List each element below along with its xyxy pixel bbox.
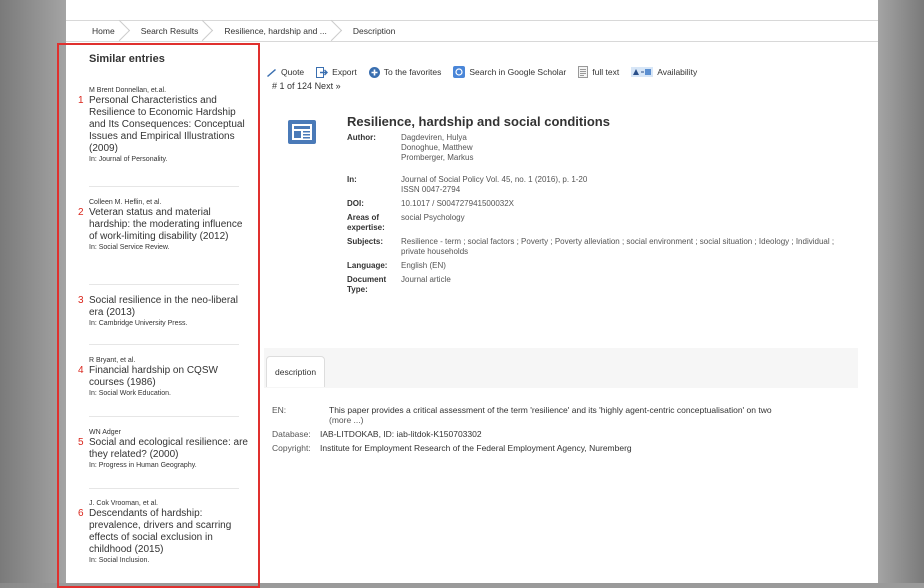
breadcrumb-home[interactable]: Home [66,21,129,41]
copyright-value: Institute for Employment Research of the… [320,443,632,453]
database-label: Database: [272,429,311,439]
doi-label: DOI: [347,199,364,208]
entry-source: In: Social Inclusion. [89,557,150,564]
author-label: Author: [347,133,376,142]
google-scholar-button[interactable]: Search in Google Scholar [453,66,566,78]
hit-counter: # 1 of 124 Next » [272,81,341,91]
entry-source: In: Cambridge University Press. [89,320,188,327]
journal-info: Journal of Social Policy Vol. 45, no. 1 … [401,175,588,184]
next-link[interactable]: Next » [315,81,341,91]
google-scholar-label: Search in Google Scholar [469,67,567,77]
quote-label: Quote [281,67,305,77]
breadcrumb-search-results[interactable]: Search Results [129,21,213,41]
main-page: Home Search Results Resilience, hardship… [57,0,878,588]
entry-number: 6 [78,508,84,519]
hit-position: # 1 of 124 [272,81,313,91]
export-label: Export [332,67,357,77]
entry-title[interactable]: Social and ecological resilience: are th… [89,437,248,461]
favorites-button[interactable]: To the favorites [368,66,442,78]
similar-entry[interactable]: WN Adger 5 Social and ecological resilien… [78,428,248,470]
issn: ISSN 0047-2794 [401,185,461,194]
document-icon [578,66,589,78]
entry-number: 4 [78,365,84,376]
similar-entries-heading: Similar entries [89,53,165,65]
in-label: In: [347,175,357,184]
availability-icon [631,67,654,77]
entry-authors: WN Adger [89,429,121,436]
doctype-label: Document Type: [347,275,387,294]
divider [89,416,239,417]
similar-entry[interactable]: M Brent Donnellan, et.al. 1 Personal Char… [78,86,248,164]
similar-entries-panel: Similar entries M Brent Donnellan, et.al… [57,43,260,588]
divider [89,344,239,345]
similar-entry[interactable]: Colleen M. Heflin, et al. 2 Veteran statu… [78,198,248,252]
fulltext-label: full text [592,67,620,77]
subjects-label: Subjects: [347,237,384,246]
areas-label: Areas of expertise: [347,213,385,232]
tab-strip: description [264,348,858,388]
entry-title[interactable]: Personal Characteristics and Resilience … [89,95,248,155]
divider [89,284,239,285]
divider [89,186,239,187]
doctype-value: Journal article [401,275,451,284]
page-background-right [878,0,924,583]
entry-number: 5 [78,437,84,448]
breadcrumb: Home Search Results Resilience, hardship… [66,20,878,42]
entry-title[interactable]: Veteran status and material hardship: th… [89,207,248,243]
record-toolbar: Quote Export To the favorites Search in … [266,66,709,78]
doi-link[interactable]: 10.1017 / S004727941500032X [398,197,844,211]
export-button[interactable]: Export [316,66,357,78]
author-link[interactable]: Donoghue, Matthew [401,143,841,153]
entry-source: In: Social Work Education. [89,390,171,397]
fulltext-button[interactable]: full text [578,66,619,78]
entry-source: In: Social Service Review. [89,244,170,251]
similar-entry[interactable]: 3 Social resilience in the neo-liberal er… [78,295,248,328]
breadcrumb-description: Description [352,26,396,36]
entry-title[interactable]: Social resilience in the neo-liberal era… [89,295,248,319]
entry-authors: R Bryant, et al. [89,357,136,364]
similar-entry[interactable]: R Bryant, et al. 4 Financial hardship on … [78,356,248,398]
entry-number: 3 [78,295,84,306]
record-metadata: Author: Dagdeviren, Hulya Donoghue, Matt… [344,131,844,297]
database-value: IAB-LITDOKAB, ID: iab-litdok-K150703302 [320,429,482,439]
language-label: Language: [347,261,388,270]
en-label: EN: [272,405,287,415]
availability-label: Availability [657,67,698,77]
quote-button[interactable]: Quote [266,67,304,77]
similar-entry[interactable]: J. Cok Vrooman, et al. 6 Descendants of h… [78,499,248,565]
entry-authors: Colleen M. Heflin, et al. [89,199,162,206]
more-link[interactable]: (more ...) [329,415,363,425]
breadcrumb-record[interactable]: Resilience, hardship and ... [212,21,341,41]
copyright-label: Copyright: [272,443,311,453]
entry-authors: J. Cok Vrooman, et al. [89,500,158,507]
entry-title[interactable]: Descendants of hardship: prevalence, dri… [89,508,248,556]
entry-title[interactable]: Financial hardship on CQSW courses (1986… [89,365,248,389]
export-icon [316,66,329,78]
entry-authors: M Brent Donnellan, et.al. [89,87,167,94]
tab-description[interactable]: description [266,356,326,387]
google-scholar-icon [453,66,466,78]
entry-source: In: Journal of Personality. [89,156,168,163]
language-value: English (EN) [401,261,446,270]
entry-number: 1 [78,95,84,106]
abstract-text: This paper provides a critical assessmen… [329,405,772,415]
entry-number: 2 [78,207,84,218]
author-link[interactable]: Dagdeviren, Hulya [401,133,841,143]
availability-button[interactable]: Availability [631,67,697,77]
areas-link[interactable]: social Psychology [398,211,844,235]
description-panel: EN: This paper provides a critical asses… [272,405,849,457]
quote-icon [267,68,276,77]
favorites-label: To the favorites [383,67,442,77]
add-favorite-icon [368,66,380,78]
entry-source: In: Progress in Human Geography. [89,462,197,469]
journal-article-icon [288,120,316,144]
record-title: Resilience, hardship and social conditio… [347,114,610,129]
subjects-list[interactable]: Resilience - term ; social factors ; Pov… [398,235,844,259]
divider [89,488,239,489]
author-link[interactable]: Promberger, Markus [401,153,841,163]
